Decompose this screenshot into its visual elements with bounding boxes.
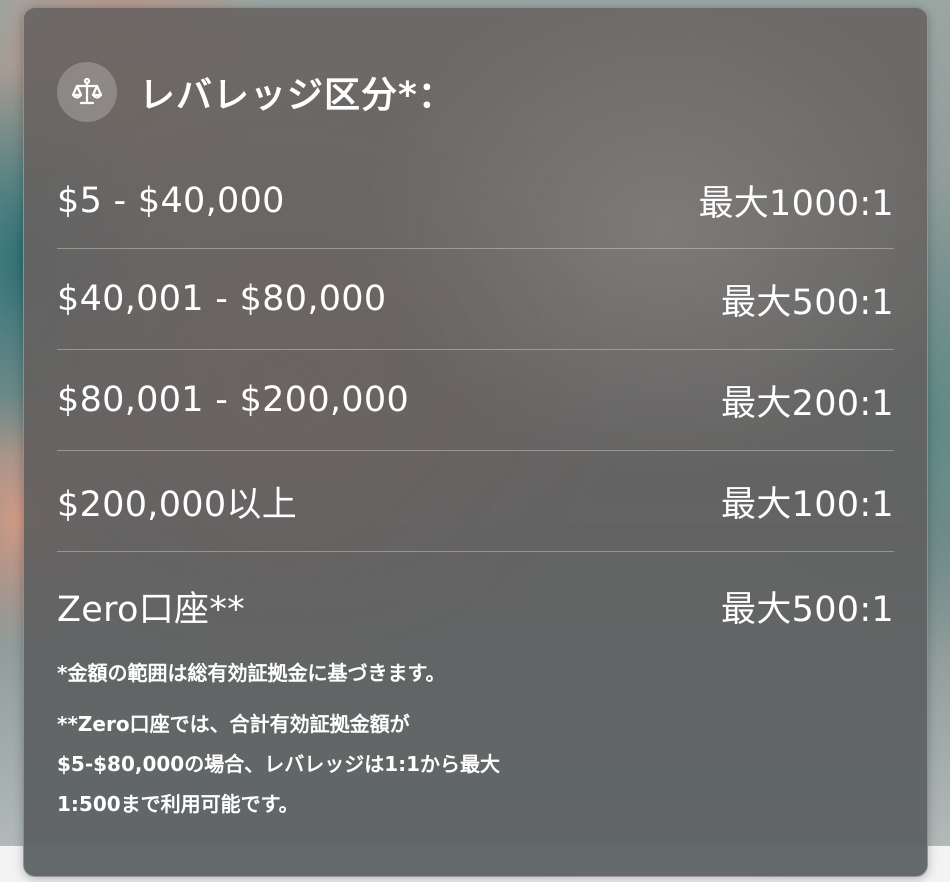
footnote-line: 1:500まで利用可能です。 xyxy=(57,792,299,816)
row-leverage: 最大1000:1 xyxy=(698,184,894,224)
row-range: $40,001 - $80,000 xyxy=(57,279,387,319)
leverage-row: $40,001 - $80,000 最大500:1 xyxy=(57,249,894,350)
card-header: レバレッジ区分*： xyxy=(57,62,455,122)
row-leverage: 最大500:1 xyxy=(721,282,894,323)
row-leverage: 最大500:1 xyxy=(721,589,894,630)
footnote-zero-account: **Zero口座では、合計有効証拠金額が $5-$80,000の場合、レバレッジ… xyxy=(57,704,657,824)
footnote-line: **Zero口座では、合計有効証拠金額が xyxy=(57,712,410,736)
leverage-table: $5 - $40,000 最大1000:1 $40,001 - $80,000 … xyxy=(57,153,894,660)
row-range: $200,000以上 xyxy=(57,484,298,525)
footnotes: *金額の範囲は総有効証拠金に基づきます。 **Zero口座では、合計有効証拠金額… xyxy=(57,656,657,824)
row-range: $5 - $40,000 xyxy=(57,180,285,221)
leverage-info-card: レバレッジ区分*： $5 - $40,000 最大1000:1 $40,001 … xyxy=(23,7,928,877)
row-leverage: 最大100:1 xyxy=(721,484,894,525)
row-range: $80,001 - $200,000 xyxy=(57,380,410,420)
row-leverage: 最大200:1 xyxy=(721,383,894,424)
scale-icon xyxy=(57,62,117,122)
footnote-equity: *金額の範囲は総有効証拠金に基づきます。 xyxy=(57,661,446,685)
row-range: Zero口座** xyxy=(57,589,245,630)
leverage-row: $5 - $40,000 最大1000:1 xyxy=(57,153,894,249)
leverage-row: Zero口座** 最大500:1 xyxy=(57,552,894,660)
leverage-row: $80,001 - $200,000 最大200:1 xyxy=(57,350,894,451)
footnote-line: $5-$80,000の場合、レバレッジは1:1から最大 xyxy=(57,752,501,776)
leverage-row: $200,000以上 最大100:1 xyxy=(57,451,894,552)
panel-title: レバレッジ区分*： xyxy=(139,75,455,116)
